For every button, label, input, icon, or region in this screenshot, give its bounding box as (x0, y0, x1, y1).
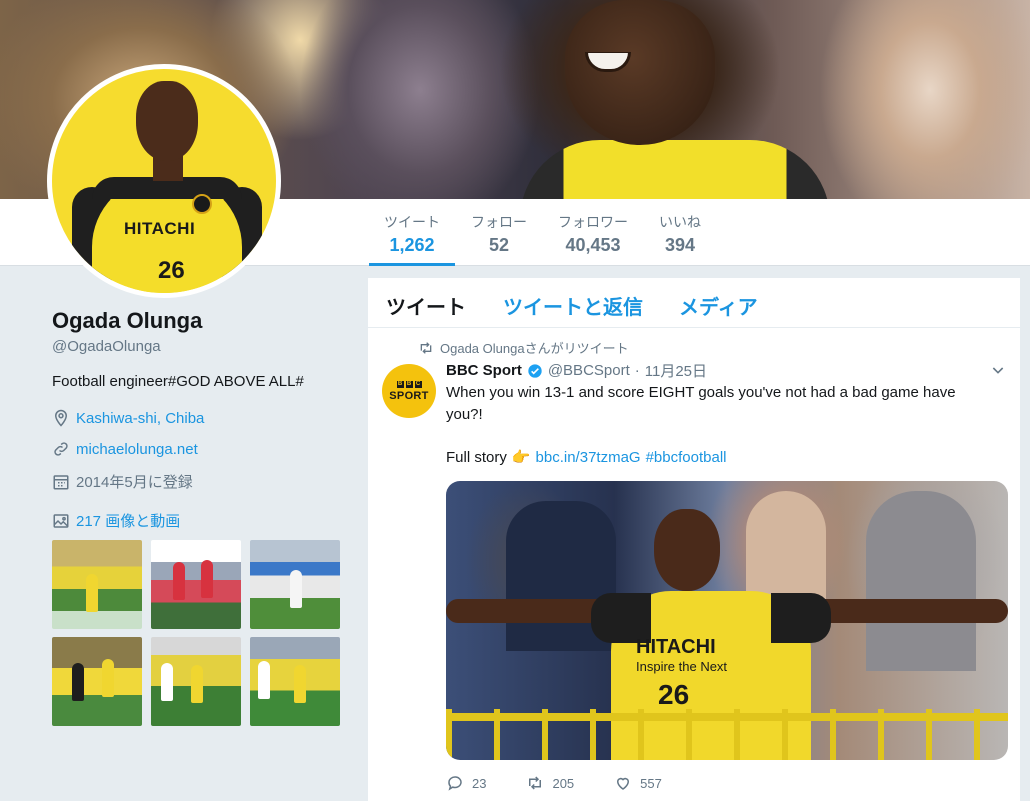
photo-jersey-sponsor: HITACHI (636, 636, 716, 658)
map-pin-icon (54, 409, 68, 427)
reply-count: 23 (472, 775, 487, 791)
profile-joined: 2014年5月に登録 (52, 471, 193, 492)
tab-tweets[interactable]: ツイート (386, 291, 466, 320)
banner-jersey (520, 140, 830, 199)
profile-joined-text: 2014年5月に登録 (76, 474, 193, 491)
tweet-hashtag[interactable]: #bbcfootball (646, 449, 727, 466)
media-thumbnail[interactable] (52, 540, 142, 629)
thumbnail-figure (72, 663, 84, 701)
calendar-icon (53, 474, 69, 489)
photo-player-head (654, 509, 720, 591)
avatar-jersey-text: HITACHI (124, 219, 196, 238)
chevron-down-icon[interactable] (990, 362, 1006, 378)
like-count: 557 (640, 775, 662, 791)
reply-button[interactable]: 23 (446, 774, 486, 792)
photo-spectator (866, 491, 976, 671)
tweet-story-link[interactable]: bbc.in/37tzmaG (536, 449, 641, 466)
verified-badge-icon (528, 363, 542, 378)
stat-followers[interactable]: フォロワー 40,453 (552, 199, 634, 266)
profile-name[interactable]: Ogada Olunga (52, 308, 202, 334)
thumbnail-figure (201, 560, 213, 598)
stat-tweets-value: 1,262 (389, 235, 435, 255)
photo-jersey-slogan: Inspire the Next (636, 659, 728, 674)
profile-media-count[interactable]: 217 画像と動画 (76, 510, 180, 531)
timeline-tabs: ツイート ツイートと返信 メディア (368, 278, 1020, 328)
retweet-context: Ogada Olungaさんがリツイート (418, 338, 629, 357)
tweet-actions: 23 205 557 (446, 774, 662, 792)
profile-media-link[interactable]: 217 画像と動画 (52, 510, 180, 531)
timeline: ツイート ツイートと返信 メディア Ogada Olungaさんがリツイート B… (368, 278, 1020, 801)
stat-likes-label: いいね (659, 214, 701, 230)
tab-tweets-and-replies[interactable]: ツイートと返信 (503, 291, 643, 320)
profile-handle[interactable]: @OgadaOlunga (52, 338, 161, 355)
tweet-date[interactable]: 11月25日 (645, 360, 707, 381)
bbc-logo: B B C (396, 380, 422, 388)
tweet-author-avatar[interactable]: B B C SPORT (382, 364, 436, 418)
stat-following[interactable]: フォロー 52 (466, 199, 532, 266)
thumbnail-figure (294, 665, 306, 703)
tweet-story-prefix: Full story (446, 448, 507, 466)
stat-tweets[interactable]: ツイート 1,262 (369, 199, 455, 266)
tweet-text: When you win 13-1 and score EIGHT goals … (446, 384, 956, 423)
bbc-logo-letter: B (396, 380, 404, 388)
link-icon (54, 442, 68, 456)
thumbnail-figure (258, 661, 270, 699)
photo-player-sleeve-right (771, 593, 831, 643)
retweet-icon (420, 341, 432, 354)
pointing-hand-icon: 👉 (511, 449, 531, 466)
retweet-button[interactable]: 205 (526, 774, 574, 792)
tweet-story-line: Full story 👉 bbc.in/37tzmaG #bbcfootball (446, 448, 727, 467)
tweet-author-name[interactable]: BBC Sport (446, 362, 522, 379)
like-button[interactable]: 557 (614, 774, 662, 792)
tweet-separator-dot: · (634, 362, 640, 379)
bbc-logo-sport: SPORT (389, 389, 429, 402)
media-thumbnail[interactable] (151, 540, 241, 629)
heart-icon (617, 777, 630, 790)
media-thumbnail[interactable] (52, 637, 142, 726)
bbc-logo-letter: B (405, 380, 413, 388)
photo-fence (446, 709, 1008, 760)
media-thumbnail[interactable] (250, 637, 340, 726)
stat-following-label: フォロー (471, 214, 527, 230)
banner-player-face (565, 0, 715, 145)
profile-website-link[interactable]: michaelolunga.net (76, 441, 198, 458)
profile-location-text[interactable]: Kashiwa-shi, Chiba (76, 410, 204, 427)
reply-icon (448, 776, 462, 791)
profile-website[interactable]: michaelolunga.net (52, 440, 198, 458)
thumbnail-figure (173, 562, 185, 600)
thumbnail-figure (161, 663, 173, 701)
profile-avatar[interactable]: HITACHI 26 (47, 64, 281, 298)
stat-tweets-label: ツイート (384, 214, 440, 230)
profile-location[interactable]: Kashiwa-shi, Chiba (52, 409, 204, 427)
stat-likes-value: 394 (664, 235, 696, 255)
image-icon (53, 513, 69, 528)
avatar-jersey-number: 26 (158, 257, 185, 284)
avatar-club-crest (192, 194, 212, 214)
tweet-author-handle[interactable]: @BBCSport (548, 362, 630, 379)
thumbnail-figure (102, 659, 114, 697)
retweet-context-text[interactable]: Ogada Olungaさんがリツイート (440, 338, 629, 357)
tweet-photo[interactable]: HITACHI Inspire the Next 26 (446, 481, 1008, 760)
tweet-header: BBC Sport @BBCSport · 11月25日 (446, 360, 707, 381)
photo-jersey-number: 26 (658, 679, 690, 710)
bbc-logo-letter: C (414, 380, 422, 388)
thumbnail-figure (290, 570, 302, 608)
stat-followers-value: 40,453 (565, 235, 621, 255)
thumbnail-figure (191, 665, 203, 703)
stat-followers-label: フォロワー (558, 214, 628, 230)
thumbnail-figure (86, 574, 98, 612)
media-thumbnail[interactable] (151, 637, 241, 726)
retweet-count: 205 (552, 775, 575, 791)
profile-bio: Football engineer#GOD ABOVE ALL# (52, 373, 304, 390)
stat-likes[interactable]: いいね 394 (650, 199, 710, 266)
media-thumbnail[interactable] (250, 540, 340, 629)
stat-following-value: 52 (488, 235, 510, 255)
retweet-icon (529, 776, 542, 790)
tab-media[interactable]: メディア (679, 291, 758, 320)
avatar-head (136, 81, 198, 161)
